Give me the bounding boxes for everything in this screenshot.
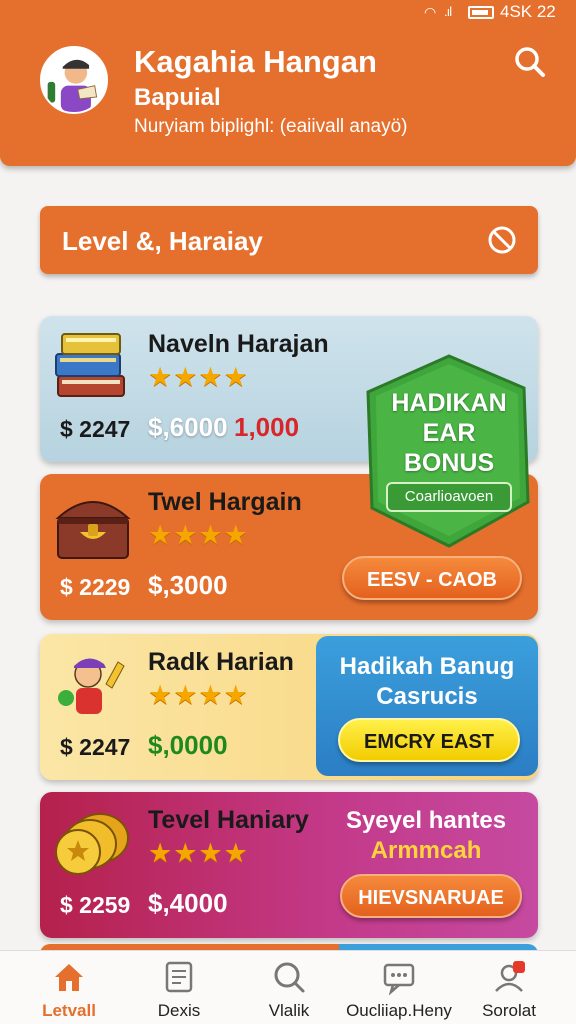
level-filter-label: Level &, Haraiay: [62, 226, 263, 256]
rating-stars: ★★★★: [148, 838, 249, 868]
deal-name: Naveln Harajan: [148, 330, 329, 358]
search-button[interactable]: [510, 42, 550, 82]
deal-price: $ 2247: [60, 734, 131, 760]
tab-sorolat[interactable]: Sorolat: [454, 951, 564, 1024]
eesv-button[interactable]: EESV - CAOB: [342, 556, 522, 600]
deal-name: Tevel Haniary: [148, 806, 309, 834]
wifi-icon: ◠: [424, 4, 437, 20]
promo-purple-title: Syeyel hantes: [345, 807, 507, 834]
promo-title: Hadikah Banug Casrucis: [316, 652, 538, 712]
status-time: 4SK 22: [500, 2, 556, 21]
battery-icon: [468, 6, 494, 19]
books-icon: [55, 333, 125, 397]
badge-title: HADIKAN EAR BONUS: [364, 388, 534, 478]
deal-old-price: $,3000: [148, 570, 228, 600]
search-icon: [515, 47, 545, 77]
deal-price: $ 2259: [60, 892, 131, 918]
tab-label: Vlalik: [268, 1001, 310, 1020]
emcry-east-button[interactable]: EMCRY EAST: [338, 718, 520, 762]
tab-dexis[interactable]: Dexis: [124, 951, 234, 1024]
app-header: ◠ .ıl 4SK 22 Kagahia Hangan Bapuial Nury…: [0, 0, 576, 166]
tab-label: Letvall: [42, 1001, 96, 1020]
avatar[interactable]: [40, 46, 108, 114]
treasure-chest-icon: [55, 501, 131, 559]
rating-stars: ★★★★: [148, 362, 249, 392]
avatar-illustration: [42, 48, 106, 112]
document-icon: [165, 961, 193, 993]
tab-label: Dexis: [157, 1001, 201, 1020]
badge-button[interactable]: Coarlioavoen: [386, 482, 512, 512]
tab-oucliiap-heny[interactable]: Oucliiap.Heny: [344, 951, 454, 1024]
tab-label: Oucliiap.Heny: [346, 1001, 452, 1020]
deal-price: $ 2229: [60, 574, 131, 600]
search-icon: [274, 962, 305, 993]
tab-vlalik[interactable]: Vlalik: [234, 951, 344, 1024]
deal-name: Radk Harian: [148, 648, 294, 676]
deal-old-price: $,0000: [148, 730, 228, 760]
signal-icon: .ıl: [444, 4, 452, 19]
deal-price: $ 2247: [60, 416, 131, 442]
chat-icon: [383, 963, 415, 995]
cancel-icon[interactable]: [486, 224, 518, 256]
profile-icon: [495, 961, 525, 992]
promo-title-line1: Hadikah Banug: [339, 653, 515, 680]
tab-label: Sorolat: [482, 1001, 536, 1020]
level-filter-bar[interactable]: Level &, Haraiay: [40, 206, 538, 274]
coins-icon: [55, 813, 129, 875]
status-bar: ◠ .ıl 4SK 22: [0, 0, 576, 26]
promo-purple-subtitle: Armmcah: [370, 837, 482, 864]
deal-discount: 1,000: [234, 412, 300, 442]
page-title: Kagahia Hangan: [134, 44, 377, 79]
tab-letvall[interactable]: Letvall: [14, 951, 124, 1024]
header-info-line: Nuryiam biplighl: (eaiivall anayö): [134, 116, 408, 137]
badge-line3: BONUS: [403, 449, 495, 477]
rating-stars: ★★★★: [148, 520, 249, 550]
page-subtitle: Bapuial: [134, 84, 221, 111]
deal-old-price: $,6000: [148, 412, 228, 442]
badge-line1: HADIKAN: [391, 389, 507, 417]
promo-title-line2: Casrucis: [376, 683, 478, 710]
home-icon: [55, 964, 83, 991]
hievsnaruae-button[interactable]: HIEVSNARUAE: [340, 874, 522, 918]
deal-old-price: $,4000: [148, 888, 228, 918]
bottom-tab-bar: Letvall Dexis Vlalik Oucliiap.Heny Sorol…: [0, 950, 576, 1024]
rating-stars: ★★★★: [148, 680, 249, 710]
character-icon: [58, 658, 125, 714]
deal-name: Twel Hargain: [148, 488, 302, 516]
badge-line2: EAR: [422, 419, 476, 447]
bonus-badge[interactable]: HADIKAN EAR BONUS Coarlioavoen: [364, 352, 534, 548]
